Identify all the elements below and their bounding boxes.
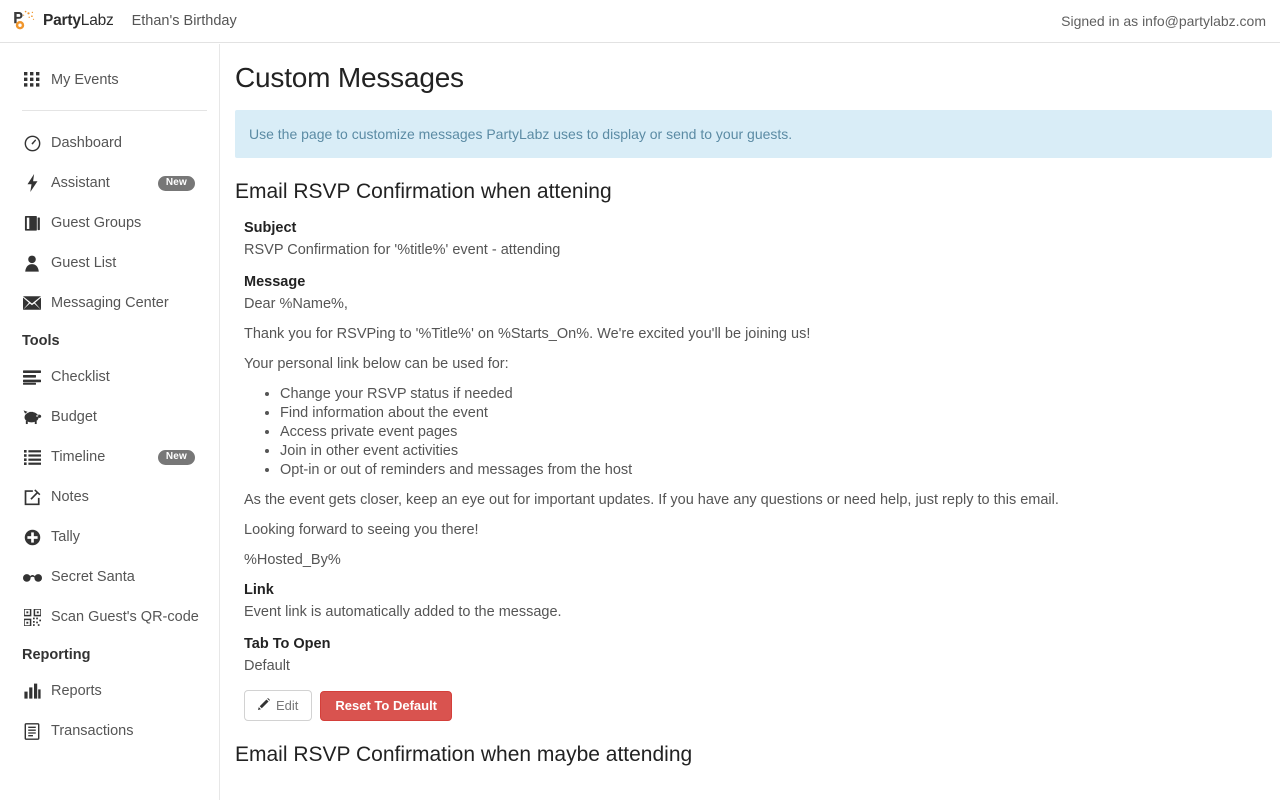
sidebar-divider — [22, 110, 207, 111]
party-popper-logo-icon — [12, 9, 36, 33]
tab-to-open-label: Tab To Open — [244, 636, 331, 652]
message-paragraph: Your personal link below can be used for… — [244, 356, 509, 372]
sidebar-section-reporting: Reporting — [22, 647, 91, 663]
sidebar-item-label: My Events — [51, 72, 119, 88]
main-content-area: Custom Messages Use the page to customiz… — [221, 44, 1280, 800]
subject-value: RSVP Confirmation for '%title%' event - … — [244, 242, 561, 258]
current-event-title[interactable]: Ethan's Birthday — [132, 13, 237, 29]
sidebar-item-scan-qr-code[interactable]: Scan Guest's QR-code — [0, 597, 219, 637]
sidebar-item-label: Timeline — [51, 449, 106, 465]
sidebar-item-my-events[interactable]: My Events — [0, 60, 219, 100]
sidebar-item-label: Checklist — [51, 369, 110, 385]
list-icon — [22, 447, 42, 467]
section-title-rsvp-maybe-attending: Email RSVP Confirmation when maybe atten… — [235, 743, 693, 767]
sidebar-item-label: Scan Guest's QR-code — [51, 609, 199, 625]
message-paragraph: Looking forward to seeing you there! — [244, 522, 479, 538]
section-title-rsvp-attending: Email RSVP Confirmation when attening — [235, 180, 612, 203]
list-item: Opt-in or out of reminders and messages … — [280, 462, 1272, 478]
sidebar-item-label: Messaging Center — [51, 295, 169, 311]
document-list-icon — [22, 721, 42, 741]
subject-label: Subject — [244, 220, 297, 236]
sidebar-item-notes[interactable]: Notes — [0, 477, 219, 517]
sidebar-item-label: Notes — [51, 489, 89, 505]
sidebar-navigation: My Events Dashboard Assistant New Guest … — [0, 44, 220, 800]
edit-button[interactable]: Edit — [244, 690, 313, 722]
sidebar-item-label: Tally — [51, 529, 81, 545]
brand-name: PartyLabz — [43, 12, 114, 29]
message-bullet-list: Change your RSVP status if needed Find i… — [244, 386, 1272, 478]
sidebar-item-label: Budget — [51, 409, 97, 425]
status-badge-new: New — [157, 449, 195, 465]
top-header-bar: PartyLabz Ethan's Birthday Signed in as … — [0, 0, 1280, 43]
list-item: Find information about the event — [280, 405, 1272, 421]
piggy-bank-icon — [22, 407, 42, 427]
sidebar-item-dashboard[interactable]: Dashboard — [0, 123, 219, 163]
sidebar-item-guest-groups[interactable]: Guest Groups — [0, 203, 219, 243]
list-item: Access private event pages — [280, 424, 1272, 440]
note-edit-icon — [22, 487, 42, 507]
sidebar-item-assistant[interactable]: Assistant New — [0, 163, 219, 203]
sidebar-item-timeline[interactable]: Timeline New — [0, 437, 219, 477]
action-button-row: Edit Reset To Default — [244, 690, 1272, 722]
qr-code-icon — [22, 607, 42, 627]
message-paragraph: As the event gets closer, keep an eye ou… — [244, 492, 1059, 508]
books-icon — [22, 213, 42, 233]
plus-circle-icon — [22, 527, 42, 547]
signed-in-account-label[interactable]: Signed in as info@partylabz.com — [1061, 13, 1266, 29]
grid-icon — [22, 70, 42, 90]
message-template-block: Subject RSVP Confirmation for '%title%' … — [235, 220, 1272, 722]
list-item: Join in other event activities — [280, 443, 1272, 459]
reset-to-default-button[interactable]: Reset To Default — [320, 690, 453, 721]
edit-button-label: Edit — [276, 697, 299, 713]
sidebar-item-checklist[interactable]: Checklist — [0, 357, 219, 397]
status-badge-new: New — [157, 175, 195, 191]
sidebar-item-transactions[interactable]: Transactions — [0, 711, 219, 751]
message-paragraph: Dear %Name%, — [244, 296, 348, 312]
checklist-icon — [22, 367, 42, 387]
sidebar-item-label: Reports — [51, 683, 102, 699]
message-paragraph: Thank you for RSVPing to '%Title%' on %S… — [244, 326, 811, 342]
sidebar-item-messaging-center[interactable]: Messaging Center — [0, 283, 219, 323]
sidebar-item-label: Guest Groups — [51, 215, 142, 231]
message-label: Message — [244, 274, 306, 290]
person-icon — [22, 253, 42, 273]
link-label: Link — [244, 582, 274, 598]
sidebar-item-reports[interactable]: Reports — [0, 671, 219, 711]
speedometer-icon — [22, 133, 42, 153]
sidebar-item-label: Assistant — [51, 175, 110, 191]
list-item: Change your RSVP status if needed — [280, 386, 1272, 402]
info-banner: Use the page to customize messages Party… — [235, 110, 1272, 158]
reset-button-label: Reset To Default — [335, 697, 438, 713]
envelope-icon — [22, 293, 42, 313]
message-paragraph: %Hosted_By% — [244, 552, 341, 568]
page-title: Custom Messages — [235, 62, 464, 93]
tab-to-open-value: Default — [244, 658, 290, 674]
sidebar-item-tally[interactable]: Tally — [0, 517, 219, 557]
pencil-icon — [258, 698, 270, 713]
sidebar-item-label: Secret Santa — [51, 569, 135, 585]
sidebar-item-budget[interactable]: Budget — [0, 397, 219, 437]
sidebar-item-guest-list[interactable]: Guest List — [0, 243, 219, 283]
sidebar-item-secret-santa[interactable]: Secret Santa — [0, 557, 219, 597]
sidebar-item-label: Guest List — [51, 255, 117, 271]
link-value: Event link is automatically added to the… — [244, 604, 562, 620]
glasses-icon — [22, 567, 42, 587]
sidebar-item-label: Dashboard — [51, 135, 122, 151]
sidebar-section-tools: Tools — [22, 333, 60, 349]
lightning-bolt-icon — [22, 173, 42, 193]
brand-logo-link[interactable]: PartyLabz — [12, 9, 114, 33]
sidebar-item-label: Transactions — [51, 723, 134, 739]
bar-chart-icon — [22, 681, 42, 701]
